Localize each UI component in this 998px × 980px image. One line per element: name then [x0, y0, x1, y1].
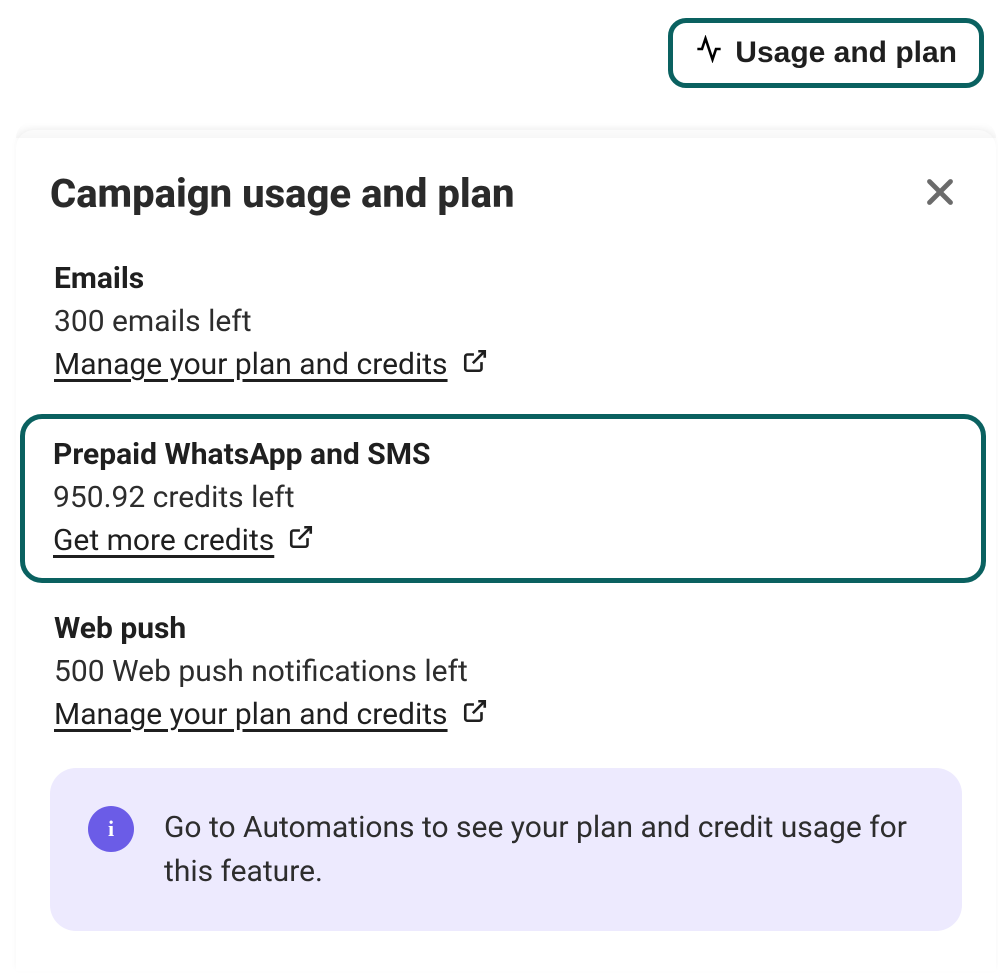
info-text: Go to Automations to see your plan and c…: [164, 806, 922, 893]
get-more-credits-link[interactable]: Get more credits: [53, 523, 314, 558]
section-web-push-value: 500 Web push notifications left: [54, 654, 958, 689]
external-link-icon: [288, 523, 314, 558]
manage-plan-link-webpush-text: Manage your plan and credits: [54, 697, 448, 732]
external-link-icon: [462, 347, 488, 382]
campaign-usage-panel: Campaign usage and plan Emails 300 email…: [16, 130, 996, 971]
external-link-icon: [462, 697, 488, 732]
section-whatsapp-sms-value: 950.92 credits left: [53, 480, 953, 515]
section-web-push-title: Web push: [54, 611, 958, 646]
manage-plan-link-emails-text: Manage your plan and credits: [54, 347, 448, 382]
panel-header: Campaign usage and plan: [50, 170, 962, 217]
activity-icon: [695, 35, 723, 71]
info-box: i Go to Automations to see your plan and…: [50, 768, 962, 931]
section-whatsapp-sms: Prepaid WhatsApp and SMS 950.92 credits …: [20, 414, 986, 583]
section-whatsapp-sms-title: Prepaid WhatsApp and SMS: [53, 437, 953, 472]
get-more-credits-link-text: Get more credits: [53, 523, 274, 558]
panel-title: Campaign usage and plan: [50, 170, 515, 217]
manage-plan-link-webpush[interactable]: Manage your plan and credits: [54, 697, 488, 732]
close-button[interactable]: [918, 170, 962, 217]
close-icon: [922, 198, 958, 213]
info-icon: i: [88, 806, 134, 852]
section-emails-value: 300 emails left: [54, 304, 958, 339]
section-emails: Emails 300 emails left Manage your plan …: [50, 261, 962, 382]
section-emails-title: Emails: [54, 261, 958, 296]
usage-and-plan-label: Usage and plan: [735, 36, 957, 70]
section-web-push: Web push 500 Web push notifications left…: [50, 611, 962, 732]
manage-plan-link-emails[interactable]: Manage your plan and credits: [54, 347, 488, 382]
usage-and-plan-button[interactable]: Usage and plan: [668, 18, 984, 88]
